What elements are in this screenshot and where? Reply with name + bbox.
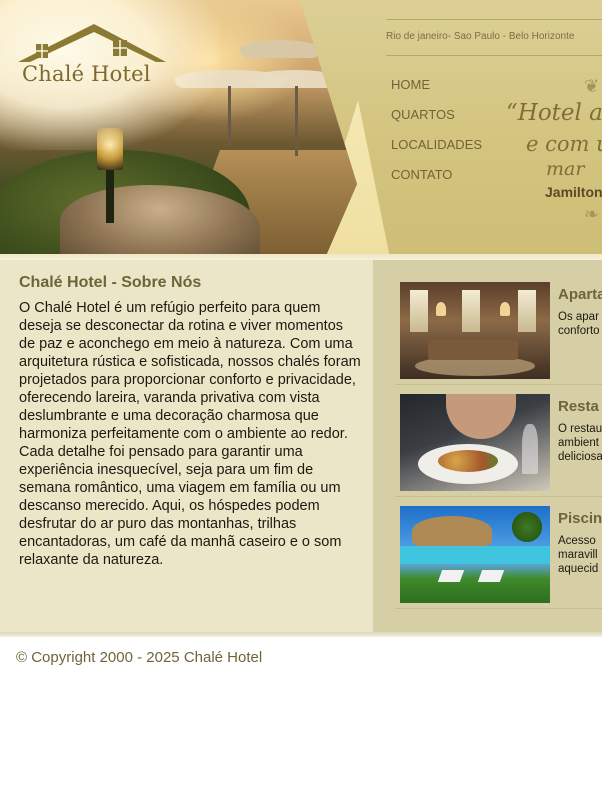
- service-image-pool[interactable]: [400, 506, 550, 603]
- service-title[interactable]: Resta: [558, 398, 599, 415]
- site-logo[interactable]: Chalé Hotel: [16, 16, 176, 96]
- photo-straw-umbrella: [412, 516, 492, 546]
- photo-umbrella-pole: [295, 86, 298, 156]
- services-sidebar: Aparta Os apar conforto Resta O restau a…: [373, 260, 602, 632]
- photo-lamppost: [106, 165, 114, 223]
- service-title[interactable]: Piscin: [558, 510, 602, 527]
- photo-umbrella: [240, 40, 320, 58]
- photo-pool-water: [400, 546, 550, 564]
- photo-umbrella-pole: [228, 86, 231, 146]
- service-image-apartment[interactable]: [400, 282, 550, 379]
- logo-brand-name: Chalé Hotel: [22, 62, 151, 86]
- header: Chalé Hotel Rio de janeiro- Sao Paulo - …: [0, 0, 602, 258]
- service-image-restaurant[interactable]: [400, 394, 550, 491]
- service-description: Acesso maravill aquecid: [558, 535, 599, 575]
- footer-copyright: © Copyright 2000 - 2025 Chalé Hotel: [16, 649, 263, 666]
- nav-localidades[interactable]: LOCALIDADES: [391, 130, 482, 160]
- flourish-icon: ❦: [584, 76, 600, 97]
- service-description: O restau ambient deliciosa: [558, 423, 602, 463]
- quote-line: e com u: [526, 132, 602, 156]
- service-title[interactable]: Aparta: [558, 286, 602, 303]
- nav-contato[interactable]: CONTATO: [391, 160, 482, 190]
- main-nav: HOME QUARTOS LOCALIDADES CONTATO: [391, 70, 482, 190]
- quote-author: Jamilton: [545, 184, 602, 200]
- photo-glass: [522, 424, 538, 474]
- photo-sofa: [428, 340, 518, 360]
- photo-arm: [446, 394, 516, 439]
- about-title: Chalé Hotel - Sobre Nós: [19, 274, 202, 291]
- quote-line: mar: [546, 158, 585, 180]
- footer-separator: [0, 632, 602, 637]
- photo-food: [438, 450, 498, 472]
- chalet-roof-icon: [18, 24, 166, 62]
- quote-line: “Hotel a: [506, 100, 602, 126]
- photo-window: [410, 290, 428, 332]
- photo-lounge-chair: [477, 570, 505, 582]
- cities-text: Rio de janeiro- Sao Paulo - Belo Horizon…: [386, 31, 575, 42]
- photo-lamp: [500, 302, 510, 316]
- about-text: O Chalé Hotel é um refúgio perfeito para…: [19, 300, 361, 568]
- service-card-apartamentos[interactable]: Aparta Os apar conforto: [395, 274, 602, 385]
- about-section: Chalé Hotel - Sobre Nós O Chalé Hotel é …: [0, 260, 373, 632]
- flourish-icon: ❧: [584, 204, 600, 225]
- photo-lounge-chair: [437, 570, 465, 582]
- nav-quartos[interactable]: QUARTOS: [391, 100, 482, 130]
- service-card-restaurante[interactable]: Resta O restau ambient deliciosa: [395, 386, 602, 497]
- photo-palm: [512, 512, 542, 542]
- nav-home[interactable]: HOME: [391, 70, 482, 100]
- photo-lamp: [436, 302, 446, 316]
- photo-window: [518, 290, 536, 332]
- service-description: Os apar conforto: [558, 311, 600, 337]
- service-card-piscina[interactable]: Piscin Acesso maravill aquecid: [395, 498, 602, 609]
- photo-window: [462, 290, 480, 332]
- cities-bar: Rio de janeiro- Sao Paulo - Belo Horizon…: [386, 19, 602, 56]
